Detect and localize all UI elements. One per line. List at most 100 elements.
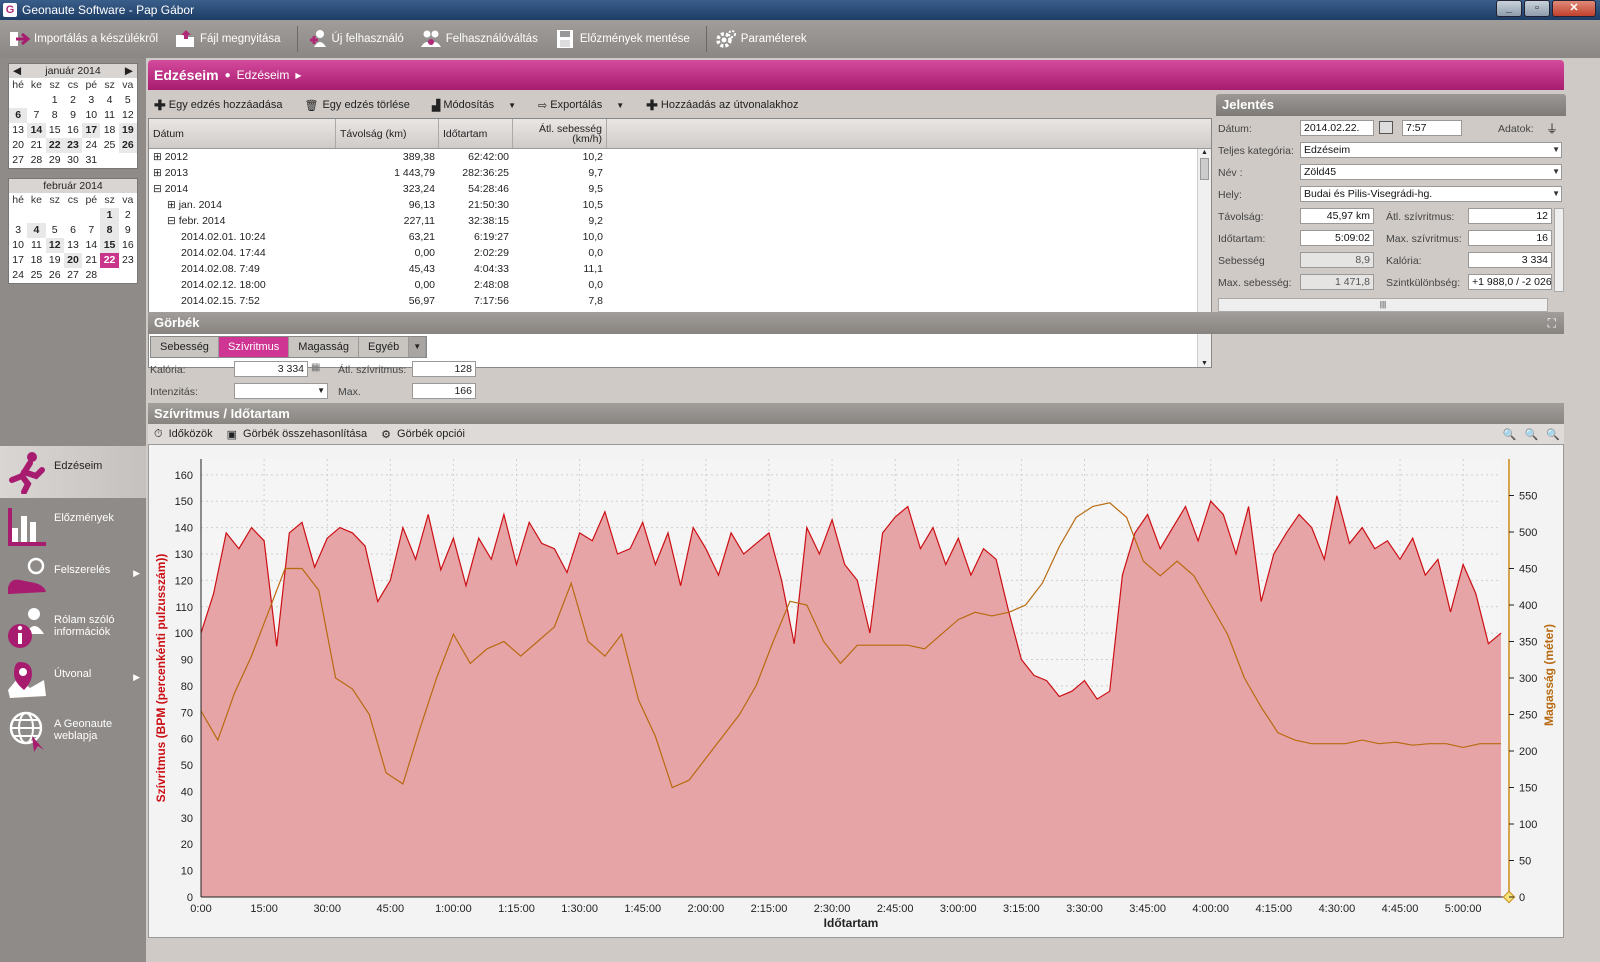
calendar-day[interactable]: 11	[27, 238, 45, 253]
table-row[interactable]: ⊞ jan. 2014 96,13 21:50:30 10,5	[149, 197, 1211, 213]
open-file-button[interactable]: Fájl megnyitása	[174, 29, 281, 49]
column-header-speed[interactable]: Átl. sebesség (km/h)	[513, 119, 607, 148]
save-history-button[interactable]: Előzmények mentése	[554, 29, 690, 49]
tab-altitude[interactable]: Magasság	[289, 337, 360, 357]
calendar-day[interactable]: 9	[119, 223, 137, 238]
scroll-up-arrow[interactable]: ▲	[1198, 149, 1211, 156]
calendar-day[interactable]: 28	[27, 153, 45, 168]
tab-heart-rate[interactable]: Szívritmus	[218, 337, 290, 357]
calendar-day[interactable]: 2	[64, 93, 82, 108]
expand-toggle-icon[interactable]: ⊞	[153, 167, 165, 179]
table-row[interactable]: 2014.02.15. 7:52 56,97 7:17:56 7,8	[149, 293, 1211, 309]
calendar-day[interactable]: 25	[100, 138, 118, 153]
dropdown-arrow-icon[interactable]: ▼	[508, 101, 516, 110]
calendar-day[interactable]: 31	[82, 153, 100, 168]
scroll-thumb[interactable]	[1200, 158, 1209, 180]
calendar-icon[interactable]	[1379, 121, 1393, 134]
calendar-day[interactable]: 7	[27, 108, 45, 123]
calendar-day[interactable]: 4	[27, 223, 46, 238]
sensor-icon[interactable]: ⏚	[1546, 120, 1558, 137]
report-vscrollbar[interactable]	[1554, 208, 1564, 292]
calendar-day[interactable]: 18	[100, 123, 118, 138]
calendar-day[interactable]: 19	[46, 253, 64, 268]
nav-route[interactable]: Útvonal ▶	[0, 654, 146, 706]
calendar-day[interactable]: 2	[119, 208, 137, 223]
place-select[interactable]: Budai és Pilis-Visegrádi-hg. ▼	[1300, 186, 1562, 202]
settings-button[interactable]: Paraméterek	[715, 29, 807, 49]
nav-history[interactable]: Előzmények	[0, 498, 146, 550]
calendar-day[interactable]: 1	[46, 93, 64, 108]
calendar-day[interactable]: 22	[100, 253, 119, 268]
date-field[interactable]: 2014.02.22.	[1300, 120, 1374, 136]
calendar-day[interactable]: 17	[82, 123, 101, 138]
table-row[interactable]: 2014.02.01. 10:24 63,21 6:19:27 10,0	[149, 229, 1211, 245]
table-row[interactable]: ⊞ 2012 389,38 62:42:00 10,2	[149, 149, 1211, 165]
calendar-day[interactable]: 3	[9, 223, 27, 238]
calendar-day[interactable]: 29	[46, 153, 64, 168]
calendar-day[interactable]: 30	[64, 153, 82, 168]
calendar-day[interactable]: 7	[82, 223, 100, 238]
calendar-day[interactable]: 16	[119, 238, 137, 253]
compare-curves-button[interactable]: ▣ Görbék összehasonlítása	[227, 428, 368, 441]
expand-toggle-icon[interactable]: ⊟	[153, 183, 165, 195]
time-field[interactable]: 7:57	[1402, 120, 1462, 136]
intensity-select[interactable]: ▼	[234, 383, 328, 399]
table-row[interactable]: 2014.02.08. 7:49 45,43 4:04:33 11,1	[149, 261, 1211, 277]
zoom-out-icon[interactable]: 🔍	[1525, 428, 1539, 441]
calendar-day[interactable]: 6	[64, 223, 82, 238]
export-button[interactable]: ⇨ Exportálás ▼	[538, 99, 624, 112]
scroll-down-arrow[interactable]: ▼	[1198, 360, 1211, 367]
calendar-day[interactable]: 9	[64, 108, 82, 123]
calendar-day[interactable]: 21	[27, 138, 45, 153]
nav-about-me[interactable]: Rólam szóló információk	[0, 602, 146, 654]
calendar-day[interactable]: 27	[64, 268, 82, 283]
switch-user-button[interactable]: Felhasználóváltás	[420, 29, 538, 49]
tab-other[interactable]: Egyéb	[359, 337, 410, 357]
calendar-day[interactable]: 5	[119, 93, 137, 108]
prev-month-arrow[interactable]: ◀	[13, 64, 21, 78]
calendar-day[interactable]: 13	[9, 123, 27, 138]
calendar-day[interactable]: 6	[9, 108, 28, 123]
max-hr-field[interactable]: 16	[1468, 230, 1552, 246]
calendar-day[interactable]: 26	[118, 138, 137, 153]
calendar-day[interactable]: 10	[82, 108, 100, 123]
calendar-day[interactable]: 1	[100, 208, 119, 223]
import-button[interactable]: Importálás a készülékről	[8, 29, 158, 49]
calendar-day[interactable]: 15	[46, 123, 64, 138]
calendar-day[interactable]: 4	[100, 93, 118, 108]
zoom-in-icon[interactable]: 🔍	[1503, 428, 1517, 441]
calendar-day[interactable]: 11	[100, 108, 118, 123]
calendar-day[interactable]: 13	[64, 238, 82, 253]
calendar-day[interactable]: 27	[9, 153, 27, 168]
minimize-button[interactable]: _	[1496, 0, 1522, 17]
expand-toggle-icon[interactable]: ⊟	[167, 215, 179, 227]
calendar-day[interactable]: 23	[119, 253, 137, 268]
calendar-day[interactable]: 22	[45, 138, 64, 153]
close-button[interactable]: ✕	[1552, 0, 1596, 17]
calendar-day[interactable]: 12	[45, 238, 64, 253]
calendar-day[interactable]: 14	[82, 238, 100, 253]
column-header-distance[interactable]: Távolság (km)	[336, 119, 439, 148]
calendar-day[interactable]: 14	[27, 123, 46, 138]
intervals-button[interactable]: ⏱ Időközök	[154, 428, 213, 441]
calendar-day[interactable]: 20	[63, 253, 83, 268]
table-row[interactable]: ⊞ 2013 1 443,79 282:36:25 9,7	[149, 165, 1211, 181]
table-row[interactable]: 2014.02.04. 17:44 0,00 2:02:29 0,0	[149, 245, 1211, 261]
nav-website[interactable]: A Geonaute weblapja	[0, 706, 146, 758]
calendar-day[interactable]: 24	[82, 138, 100, 153]
avg-hr-field[interactable]: 12	[1468, 208, 1552, 224]
calendar-day[interactable]: 18	[27, 253, 45, 268]
expand-icon[interactable]: ⛶	[1548, 312, 1556, 334]
calendar-day[interactable]: 19	[118, 123, 137, 138]
expand-toggle-icon[interactable]: ⊞	[167, 199, 179, 211]
calendar-day[interactable]: 8	[46, 108, 64, 123]
add-to-routes-button[interactable]: ✚ Hozzáadás az útvonalakhoz	[646, 97, 798, 114]
heart-rate-chart[interactable]: 0 10 20 30 40 50 60 70 80 90 100 110 120 130 140 150 160…	[148, 444, 1564, 938]
add-workout-button[interactable]: ✚ Egy edzés hozzáadása	[154, 97, 282, 114]
chart-svg[interactable]: 0 10 20 30 40 50 60 70 80 90 100 110 120 130 140 150 160…	[149, 445, 1563, 937]
calendar-day[interactable]: 12	[119, 108, 137, 123]
calendar-day[interactable]: 26	[46, 268, 64, 283]
dropdown-arrow-icon[interactable]: ▼	[616, 101, 624, 110]
calendar-day[interactable]: 23	[63, 138, 83, 153]
calendar-day[interactable]: 10	[9, 238, 27, 253]
